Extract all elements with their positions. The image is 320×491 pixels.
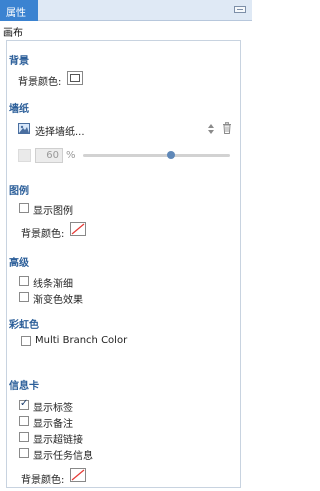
section-title-info-card: 信息卡 [9, 381, 39, 392]
show-tags-label: 显示标签 [33, 403, 73, 414]
gradient-label: 渐变色效果 [33, 295, 83, 306]
opacity-toggle-disabled [18, 149, 31, 162]
gradient-checkbox[interactable] [19, 292, 29, 302]
line-taper-label: 线条渐细 [33, 279, 73, 290]
minimize-icon[interactable] [234, 6, 246, 13]
section-title-rainbow: 彩虹色 [9, 320, 39, 331]
legend-color-swatch[interactable] [70, 222, 86, 236]
show-tasks-checkbox[interactable] [19, 448, 29, 458]
show-legend-label: 显示图例 [33, 206, 73, 217]
background-color-label: 背景颜色: [18, 77, 62, 88]
spinner-updown-icon[interactable] [207, 123, 215, 135]
background-color-swatch[interactable] [67, 71, 83, 85]
select-wallpaper-label[interactable]: 选择墙纸... [35, 123, 85, 138]
show-notes-label: 显示备注 [33, 419, 73, 430]
legend-color-label: 背景颜色: [21, 229, 65, 240]
section-title-wallpaper: 墙纸 [9, 104, 29, 115]
show-legend-checkbox[interactable] [19, 203, 29, 213]
section-title-legend: 图例 [9, 186, 29, 197]
trash-icon[interactable] [222, 122, 232, 134]
canvas-label: 画布 [3, 28, 23, 39]
show-tasks-label: 显示任务信息 [33, 451, 93, 462]
info-card-color-swatch[interactable] [70, 468, 86, 482]
picture-icon [18, 123, 30, 134]
properties-panel: 属性 画布 背景 背景颜色: 墙纸 选择墙纸... 60 % 图例 显示图例 背… [0, 0, 252, 491]
multi-branch-checkbox[interactable] [21, 336, 31, 346]
line-taper-checkbox[interactable] [19, 276, 29, 286]
tab-properties[interactable]: 属性 [0, 0, 38, 21]
section-title-background: 背景 [9, 56, 29, 67]
section-title-advanced: 高级 [9, 258, 29, 269]
opacity-slider-track[interactable] [83, 154, 230, 157]
multi-branch-label: Multi Branch Color [35, 335, 128, 346]
show-notes-checkbox[interactable] [19, 416, 29, 426]
opacity-unit: % [66, 150, 76, 161]
show-links-checkbox[interactable] [19, 432, 29, 442]
opacity-input[interactable]: 60 [35, 148, 63, 163]
show-tags-checkbox[interactable] [19, 398, 29, 410]
panel-titlebar: 属性 [0, 0, 252, 21]
show-links-label: 显示超链接 [33, 435, 83, 446]
info-card-color-label: 背景颜色: [21, 475, 65, 486]
